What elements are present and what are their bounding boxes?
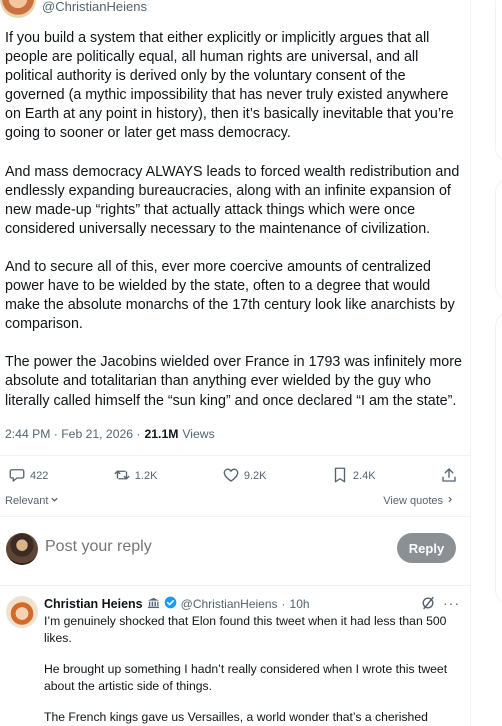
views-label: Views [182,427,215,441]
divider [0,455,470,456]
bookmark-count: 2.4K [352,470,376,482]
reply-header: Christian Heiens @ChristianHeiens · 10h [44,596,310,612]
repost-action-button[interactable]: 1.2K [113,466,158,487]
view-quotes-link[interactable]: View quotes [383,495,454,507]
chevron-right-icon [446,495,454,507]
bank-building-icon [147,596,160,612]
reply-author-handle[interactable]: @ChristianHeiens [181,597,278,611]
right-sidebar [471,0,502,726]
reply-author-name[interactable]: Christian Heiens [44,597,143,611]
tweet-timestamp[interactable]: 2:44 PM · Feb 21, 2026 · [5,427,141,441]
tweet-paragraph: If you build a system that either explic… [5,30,454,142]
current-user-avatar[interactable] [6,533,38,565]
reply-input[interactable] [45,538,345,556]
repost-count: 1.2K [134,470,158,482]
reply-paragraph: I’m genuinely shocked that Elon found th… [44,614,447,645]
sort-dropdown[interactable]: Relevant [5,495,59,507]
chevron-down-icon [50,495,59,507]
tweet-paragraph: The power the Jacobins wielded over Fran… [5,354,462,409]
sort-label: Relevant [5,495,49,507]
repost-arrows-icon [113,466,131,487]
tweet-paragraph: And mass democracy ALWAYS leads to force… [5,163,460,237]
reply-text: I’m genuinely shocked that Elon found th… [44,613,460,726]
like-action-button[interactable]: 9.2K [222,466,267,487]
sidebar-card [495,178,502,300]
view-quotes-label: View quotes [383,495,443,507]
action-bar: 422 1.2K 9.2K 2.4K [8,465,458,487]
bookmark-action-button[interactable]: 2.4K [331,466,376,487]
reply-tweet[interactable]: Christian Heiens @ChristianHeiens · 10h … [0,586,470,726]
reply-paragraph: The French kings gave us Versailles, a w… [44,710,428,725]
like-count: 9.2K [243,470,267,482]
reply-paragraph: He brought up something I hadn’t really … [44,662,448,693]
more-dots-icon[interactable]: ··· [443,595,460,611]
verified-badge-icon [164,596,177,612]
speech-bubble-icon [8,466,26,487]
reply-author-avatar[interactable] [6,596,38,628]
reply-button[interactable]: Reply [397,533,456,563]
views-count: 21.1M [144,427,179,441]
share-action-button[interactable] [440,466,458,487]
reply-count: 422 [30,470,49,482]
share-upload-icon [440,466,458,487]
author-handle[interactable]: @ChristianHeiens [42,0,147,14]
tweet-text: If you build a system that either explic… [5,29,463,430]
sidebar-card [495,312,502,604]
divider [0,516,470,517]
tweet-author-row[interactable]: @ChristianHeiens [0,0,147,18]
author-avatar[interactable] [0,0,36,18]
heart-icon [222,466,240,487]
main-column: @ChristianHeiens If you build a system t… [0,0,471,726]
tweet-paragraph: And to secure all of this, ever more coe… [5,258,455,333]
reply-action-button[interactable]: 422 [8,466,48,487]
reply-time[interactable]: 10h [290,597,310,611]
sidebar-card [495,0,502,162]
reply-composer: Reply [0,526,470,572]
bookmark-icon [331,466,349,487]
tweet-metadata: 2:44 PM · Feb 21, 2026 · 21.1M Views [5,427,215,441]
reply-separator: · [281,597,286,611]
